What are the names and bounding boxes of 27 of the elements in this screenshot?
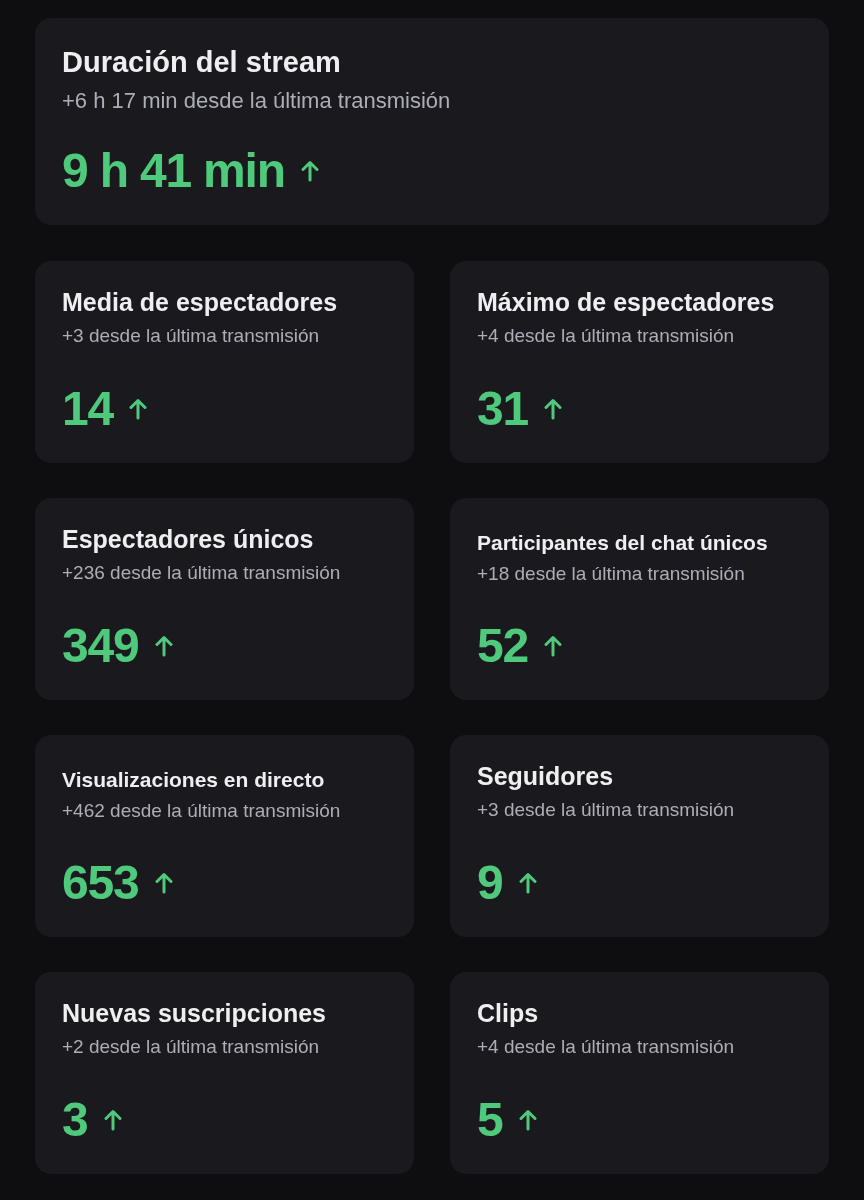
card-title: Visualizaciones en directo xyxy=(62,767,326,793)
stat-value: 653 xyxy=(62,859,139,907)
stat-value: 31 xyxy=(477,385,528,433)
stat-value: 52 xyxy=(477,622,528,670)
card-subtitle: +3 desde la última transmisión xyxy=(477,798,736,823)
stat-value: 9 h 41 min xyxy=(62,147,285,195)
card-subtitle: +6 h 17 min desde la última transmisión xyxy=(62,87,452,116)
card-title: Clips xyxy=(477,998,540,1029)
stat-value: 9 xyxy=(477,859,503,907)
card-subtitle: +18 desde la última transmisión xyxy=(477,562,746,587)
card-title: Seguidores xyxy=(477,761,615,792)
card-title: Espectadores únicos xyxy=(62,524,315,555)
stat-value: 14 xyxy=(62,385,113,433)
card-title: Nuevas suscripciones xyxy=(62,998,327,1029)
card-title: Participantes del chat únicos xyxy=(477,530,769,556)
card-subtitle: +236 desde la última transmisión xyxy=(62,561,342,586)
card-title: Duración del stream xyxy=(62,45,342,80)
card-subtitle: +4 desde la última transmisión xyxy=(477,324,736,349)
card-subtitle: +4 desde la última transmisión xyxy=(477,1035,736,1060)
card-subtitle: +2 desde la última transmisión xyxy=(62,1035,321,1060)
card-subtitle: +3 desde la última transmisión xyxy=(62,324,321,349)
card-title: Máximo de espectadores xyxy=(477,287,776,318)
stat-value: 5 xyxy=(477,1096,503,1144)
stat-value: 3 xyxy=(62,1096,88,1144)
card-subtitle: +462 desde la última transmisión xyxy=(62,799,342,824)
stat-value: 349 xyxy=(62,622,139,670)
card-title: Media de espectadores xyxy=(62,287,339,318)
